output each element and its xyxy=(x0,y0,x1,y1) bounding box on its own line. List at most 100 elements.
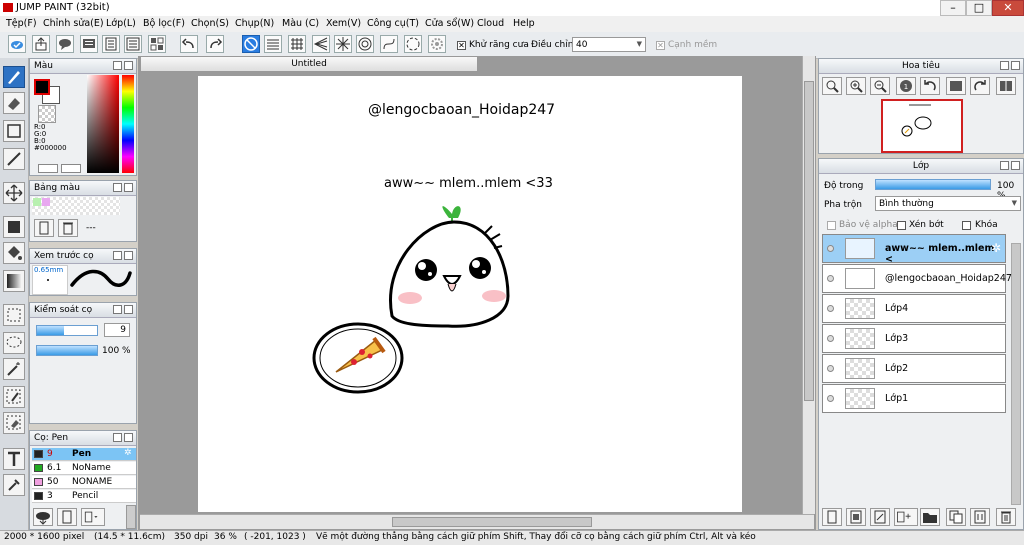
maximize-button[interactable]: □ xyxy=(966,0,992,16)
layer-item[interactable]: @lengocbaoan_Hoidap247 xyxy=(822,264,1012,293)
comment-icon[interactable] xyxy=(56,35,74,53)
horizontal-scroll-thumb[interactable] xyxy=(392,517,592,527)
rectangle-select-icon[interactable] xyxy=(3,120,25,142)
parallel-lines-icon[interactable] xyxy=(264,35,282,53)
layer-item[interactable]: Lớp2 xyxy=(822,354,1006,383)
menu-window[interactable]: Cửa sổ(W) xyxy=(425,18,474,29)
zoom-in-icon[interactable] xyxy=(846,77,866,95)
folder-icon[interactable] xyxy=(920,508,940,526)
layer-visibility-icon[interactable] xyxy=(827,245,834,252)
brush-size-slider[interactable] xyxy=(36,325,98,336)
menu-layer[interactable]: Lớp(L) xyxy=(106,18,136,29)
duplicate-layer-icon[interactable] xyxy=(946,508,966,526)
panel-close-icon[interactable] xyxy=(124,251,133,260)
adjust-select[interactable]: 40 ▼ xyxy=(572,37,646,52)
panel-close-icon[interactable] xyxy=(124,183,133,192)
layer-visibility-icon[interactable] xyxy=(827,395,834,402)
marquee-tool-icon[interactable] xyxy=(3,304,25,326)
horizontal-scrollbar[interactable] xyxy=(140,514,814,529)
new-palette-icon[interactable] xyxy=(34,219,54,237)
brush-menu-icon[interactable] xyxy=(81,508,105,526)
menu-capture[interactable]: Chụp(N) xyxy=(235,18,274,29)
panel-close-icon[interactable] xyxy=(1011,61,1020,70)
clip-checkbox[interactable] xyxy=(897,221,906,230)
panel-float-icon[interactable] xyxy=(113,251,122,260)
actual-size-icon[interactable]: 1 xyxy=(896,77,916,95)
brush-item[interactable]: 50 NONAME xyxy=(32,476,136,489)
panel-float-icon[interactable] xyxy=(113,433,122,442)
gear-icon[interactable]: ✲ xyxy=(124,448,132,458)
redo-icon[interactable] xyxy=(206,35,224,53)
cloud-download-icon[interactable] xyxy=(33,508,53,526)
vertical-scrollbar[interactable] xyxy=(802,56,815,514)
document-icon[interactable] xyxy=(102,35,120,53)
move-tool-icon[interactable] xyxy=(3,182,25,204)
layer-visibility-icon[interactable] xyxy=(827,305,834,312)
layer-item[interactable]: Lớp4 xyxy=(822,294,1006,323)
lasso-tool-icon[interactable] xyxy=(3,332,25,354)
palette-swatch[interactable] xyxy=(33,198,41,206)
navigator-preview[interactable] xyxy=(881,99,963,153)
minimize-button[interactable]: – xyxy=(940,0,966,16)
panel-close-icon[interactable] xyxy=(124,61,133,70)
menu-cloud[interactable]: Cloud xyxy=(477,18,504,29)
menu-tools[interactable]: Công cụ(T) xyxy=(367,18,419,29)
brush-opacity-slider[interactable] xyxy=(36,345,98,356)
delete-palette-icon[interactable] xyxy=(58,219,78,237)
sharp-edge-checkbox[interactable]: ✕ xyxy=(656,41,665,50)
layer-item[interactable]: aww~~ mlem..mlem < ✲ xyxy=(822,234,1006,265)
protect-alpha-checkbox[interactable] xyxy=(827,221,836,230)
document-tab[interactable]: Untitled xyxy=(140,56,478,72)
merge-layer-icon[interactable] xyxy=(970,508,990,526)
menu-filter[interactable]: Bộ lọc(F) xyxy=(143,18,185,29)
panel-float-icon[interactable] xyxy=(1000,161,1009,170)
layer-item[interactable]: Lớp1 xyxy=(822,384,1006,413)
document-canvas[interactable]: @lengocbaoan_Hoidap247 aww~~ mlem..mlem … xyxy=(198,76,742,512)
close-button[interactable]: ✕ xyxy=(992,0,1024,16)
perspective-icon[interactable] xyxy=(312,35,330,53)
panel-close-icon[interactable] xyxy=(124,433,133,442)
new-halftone-layer-icon[interactable] xyxy=(870,508,890,526)
menu-color[interactable]: Màu (C) xyxy=(282,18,319,29)
select-pen-icon[interactable] xyxy=(3,386,25,408)
layer-visibility-icon[interactable] xyxy=(827,365,834,372)
layer-visibility-icon[interactable] xyxy=(827,275,834,282)
layers-scrollbar[interactable] xyxy=(1011,243,1021,505)
fit-window-icon[interactable] xyxy=(946,77,966,95)
layer-opacity-slider[interactable] xyxy=(875,179,991,190)
brush-size-input[interactable]: 9 xyxy=(104,323,130,337)
panel-float-icon[interactable] xyxy=(113,183,122,192)
grid-ruler-icon[interactable] xyxy=(288,35,306,53)
panel-float-icon[interactable] xyxy=(113,61,122,70)
menu-help[interactable]: Help xyxy=(513,18,535,29)
cloud-icon[interactable] xyxy=(8,35,26,53)
menu-file[interactable]: Tệp(F) xyxy=(6,18,37,29)
curve-ruler-icon[interactable] xyxy=(380,35,398,53)
list-icon[interactable] xyxy=(124,35,142,53)
transparent-color-swatch[interactable] xyxy=(38,105,56,123)
menu-view[interactable]: Xem(V) xyxy=(326,18,361,29)
layer-visibility-icon[interactable] xyxy=(827,335,834,342)
grid-layout-icon[interactable] xyxy=(148,35,166,53)
panel-close-icon[interactable] xyxy=(124,305,133,314)
layers-scroll-thumb[interactable] xyxy=(1012,244,1020,504)
brushes-scrollbar[interactable] xyxy=(126,505,136,529)
new-brush-icon[interactable] xyxy=(57,508,77,526)
add-layer-menu-icon[interactable] xyxy=(894,508,918,526)
new-layer-icon[interactable] xyxy=(822,508,842,526)
hue-slider[interactable] xyxy=(122,75,134,173)
lock-checkbox[interactable] xyxy=(962,221,971,230)
fill-rect-tool-icon[interactable] xyxy=(3,216,25,238)
brush-tool-icon[interactable] xyxy=(3,66,25,88)
rotate-right-icon[interactable] xyxy=(970,77,990,95)
line-tool-icon[interactable] xyxy=(3,148,25,170)
bucket-tool-icon[interactable] xyxy=(3,242,25,264)
menu-select[interactable]: Chọn(S) xyxy=(191,18,229,29)
rotate-left-icon[interactable] xyxy=(920,77,940,95)
note-icon[interactable] xyxy=(80,35,98,53)
panel-float-icon[interactable] xyxy=(1000,61,1009,70)
text-tool-icon[interactable] xyxy=(3,448,25,470)
brush-item[interactable]: 9 Pen ✲ xyxy=(32,448,136,461)
trash-icon[interactable] xyxy=(996,508,1016,526)
select-eraser-icon[interactable] xyxy=(3,412,25,434)
